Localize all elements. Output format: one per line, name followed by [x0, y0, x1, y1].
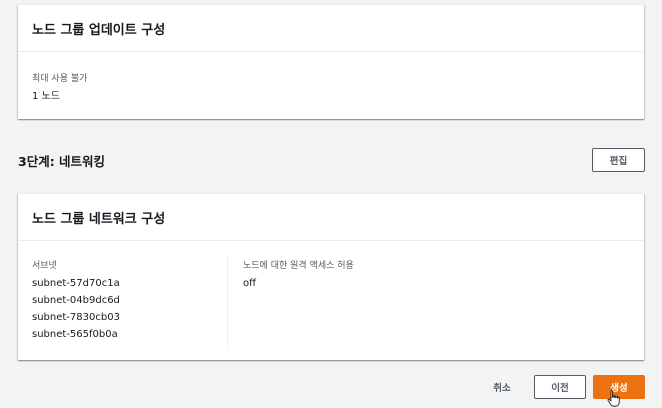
subnet-item: subnet-565f0b0a	[32, 329, 118, 340]
hand-cursor-icon	[607, 390, 620, 407]
subnet-item: subnet-57d70c1a	[32, 278, 120, 289]
max-unavailable-value: 1 노드	[32, 91, 60, 102]
step3-title: 3단계: 네트워킹	[18, 154, 106, 169]
network-config-title: 노드 그룹 네트워크 구성	[18, 194, 644, 241]
remote-access-label: 노드에 대한 원격 액세스 허용	[243, 261, 354, 271]
remote-access-field: 노드에 대한 원격 액세스 허용 off	[243, 258, 354, 292]
subnet-item: subnet-7830cb03	[32, 312, 120, 323]
edit-button[interactable]: 편집	[592, 148, 645, 172]
subnets-field: 서브넷 subnet-57d70c1a subnet-04b9dc6d subn…	[32, 258, 120, 343]
column-divider	[227, 256, 228, 346]
cancel-button[interactable]: 취소	[481, 375, 523, 399]
subnet-item: subnet-04b9dc6d	[32, 295, 120, 306]
previous-button[interactable]: 이전	[534, 375, 586, 399]
update-config-title: 노드 그룹 업데이트 구성	[18, 5, 644, 52]
remote-access-value: off	[243, 278, 257, 289]
subnets-label: 서브넷	[32, 261, 57, 271]
max-unavailable-label: 최대 사용 불가	[32, 74, 88, 84]
update-config-card: 노드 그룹 업데이트 구성 최대 사용 불가 1 노드	[18, 4, 644, 119]
network-config-card: 노드 그룹 네트워크 구성 서브넷 subnet-57d70c1a subnet…	[18, 193, 644, 360]
max-unavailable-field: 최대 사용 불가 1 노드	[32, 71, 87, 105]
subnet-list: subnet-57d70c1a subnet-04b9dc6d subnet-7…	[32, 275, 120, 343]
